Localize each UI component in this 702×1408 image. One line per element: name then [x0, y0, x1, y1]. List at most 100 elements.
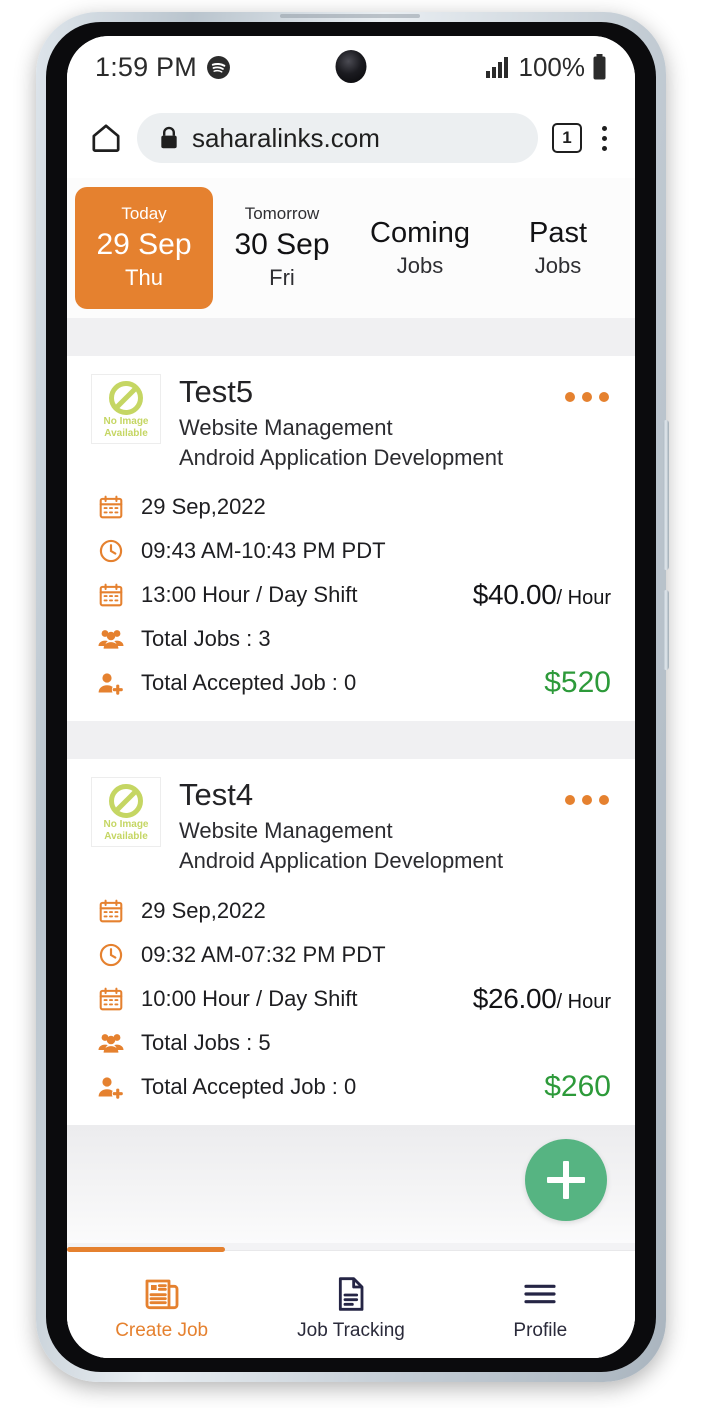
date-tab-bottom: Jobs [396, 253, 444, 279]
job-total-amount: $520 [544, 666, 611, 700]
nav-label: Create Job [115, 1319, 209, 1341]
job-time-range: 09:43 AM-10:43 PM PDT [141, 538, 386, 564]
date-tab-mid: 29 Sep [96, 227, 192, 261]
job-total-jobs-row: Total Jobs : 3 [91, 617, 611, 661]
no-image-placeholder-icon: No Image Available [91, 374, 161, 444]
job-shift: 13:00 Hour / Day Shift [141, 582, 358, 608]
spotify-icon [206, 55, 231, 80]
date-tab-tomorrow[interactable]: Tomorrow 30 Sep Fri [213, 187, 351, 309]
date-tab-coming-jobs[interactable]: Coming Jobs [351, 187, 489, 309]
page-content: Today 29 Sep Thu Tomorrow 30 Sep Fri Com… [67, 178, 635, 1358]
job-rate-amount: $40.00 [472, 579, 557, 611]
date-tab-mid: Coming [370, 217, 470, 250]
job-subtitle-2: Android Application Development [179, 848, 504, 874]
url-bar[interactable]: saharalinks.com [137, 113, 538, 163]
add-job-fab[interactable] [525, 1138, 607, 1221]
job-rate-unit: / Hour [556, 990, 611, 1013]
job-date-row: 29 Sep,2022 [91, 889, 611, 933]
section-divider [67, 318, 635, 356]
battery-full-icon [592, 54, 607, 80]
job-time-row: 09:32 AM-07:32 PM PDT [91, 933, 611, 977]
job-detail-rows: 29 Sep,2022 09:32 AM-07:32 PM PDT 10:00 … [91, 889, 611, 1109]
job-card-titles: Test5 Website Management Android Applica… [179, 374, 547, 473]
date-tab-bottom: Jobs [534, 253, 582, 279]
volume-button[interactable] [663, 590, 669, 670]
clock-icon [97, 942, 125, 968]
nav-item-profile[interactable]: Profile [446, 1251, 635, 1358]
job-accepted-jobs: Total Accepted Job : 0 [141, 1073, 357, 1099]
job-title: Test4 [179, 777, 254, 813]
job-rate: $26.00 / Hour [473, 983, 611, 1015]
battery-percent: 100% [518, 51, 586, 82]
date-tab-top: Today [121, 204, 167, 224]
nav-label: Profile [513, 1319, 568, 1341]
date-tab-mid: 30 Sep [234, 227, 330, 261]
fab-area [67, 1124, 635, 1243]
job-card[interactable]: No Image Available Test5 Website Managem… [67, 356, 635, 722]
job-subtitle-1: Website Management [179, 817, 393, 843]
calendar-icon [97, 582, 125, 608]
clock-icon [97, 538, 125, 564]
home-icon[interactable] [89, 121, 123, 155]
nav-label: Job Tracking [297, 1319, 405, 1341]
date-tab-bottom: Fri [269, 265, 295, 291]
section-divider [67, 721, 635, 760]
earpiece-speaker [280, 14, 420, 18]
status-time: 1:59 PM [95, 51, 197, 82]
tab-count-button[interactable]: 1 [552, 123, 582, 153]
signal-bars-icon [485, 56, 512, 78]
job-card-header: No Image Available Test5 Website Managem… [91, 374, 611, 473]
newspaper-icon [142, 1274, 182, 1314]
calendar-icon [97, 986, 125, 1012]
phone-screen: 1:59 PM 100% saharalinks.com 1 Today 29 … [67, 36, 635, 1358]
person-add-icon [97, 1074, 125, 1100]
group-people-icon [97, 1030, 125, 1056]
job-title: Test5 [179, 374, 254, 409]
job-rate-amount: $26.00 [472, 982, 557, 1014]
job-shift-row: 13:00 Hour / Day Shift $40.00 / Hour [91, 573, 611, 617]
status-bar: 1:59 PM 100% [67, 36, 635, 98]
document-icon [331, 1274, 371, 1314]
active-tab-indicator [67, 1247, 225, 1252]
lock-icon [159, 126, 179, 150]
nav-item-job-tracking[interactable]: Job Tracking [256, 1251, 445, 1358]
job-card[interactable]: No Image Available Test4 Website Managem… [67, 759, 635, 1125]
status-bar-left: 1:59 PM [95, 52, 231, 83]
job-detail-rows: 29 Sep,2022 09:43 AM-10:43 PM PDT 13:00 … [91, 485, 611, 705]
bottom-navigation: Create Job Job Tracking Profile [67, 1247, 635, 1358]
job-time-row: 09:43 AM-10:43 PM PDT [91, 529, 611, 573]
date-tab-bottom: Thu [125, 265, 163, 291]
job-total-amount: $260 [544, 1069, 611, 1103]
no-image-line2: Available [104, 831, 148, 843]
kebab-menu-icon[interactable] [565, 374, 611, 402]
no-image-line1: No Image [103, 415, 149, 427]
calendar-icon [97, 898, 125, 924]
job-total-jobs-row: Total Jobs : 5 [91, 1021, 611, 1065]
overflow-menu-icon[interactable] [596, 124, 613, 153]
status-bar-right: 100% [485, 51, 608, 83]
no-image-line1: No Image [103, 818, 149, 830]
group-people-icon [97, 626, 125, 652]
date-tab-past-jobs[interactable]: Past Jobs [489, 187, 627, 309]
date-tab-bar: Today 29 Sep Thu Tomorrow 30 Sep Fri Com… [67, 178, 635, 318]
date-tab-today[interactable]: Today 29 Sep Thu [75, 187, 213, 309]
job-accepted-row: Total Accepted Job : 0 $520 [91, 661, 611, 705]
job-card-header: No Image Available Test4 Website Managem… [91, 777, 611, 876]
nav-item-create-job[interactable]: Create Job [67, 1251, 256, 1358]
date-tab-top: Tomorrow [244, 204, 320, 224]
tab-count-label: 1 [562, 128, 572, 147]
browser-toolbar: saharalinks.com 1 [67, 98, 635, 178]
camera-cutout [335, 50, 367, 83]
date-tab-mid: Past [528, 217, 588, 250]
person-add-icon [97, 670, 125, 696]
hamburger-icon [520, 1274, 560, 1314]
job-rate-unit: / Hour [556, 587, 611, 610]
job-subtitle-2: Android Application Development [179, 444, 504, 470]
job-rate: $40.00 / Hour [473, 579, 611, 611]
power-button[interactable] [663, 420, 669, 570]
job-accepted-row: Total Accepted Job : 0 $260 [91, 1065, 611, 1109]
job-time-range: 09:32 AM-07:32 PM PDT [141, 941, 386, 967]
no-image-line2: Available [104, 428, 148, 439]
kebab-menu-icon[interactable] [565, 777, 611, 806]
job-shift: 10:00 Hour / Day Shift [141, 985, 358, 1011]
